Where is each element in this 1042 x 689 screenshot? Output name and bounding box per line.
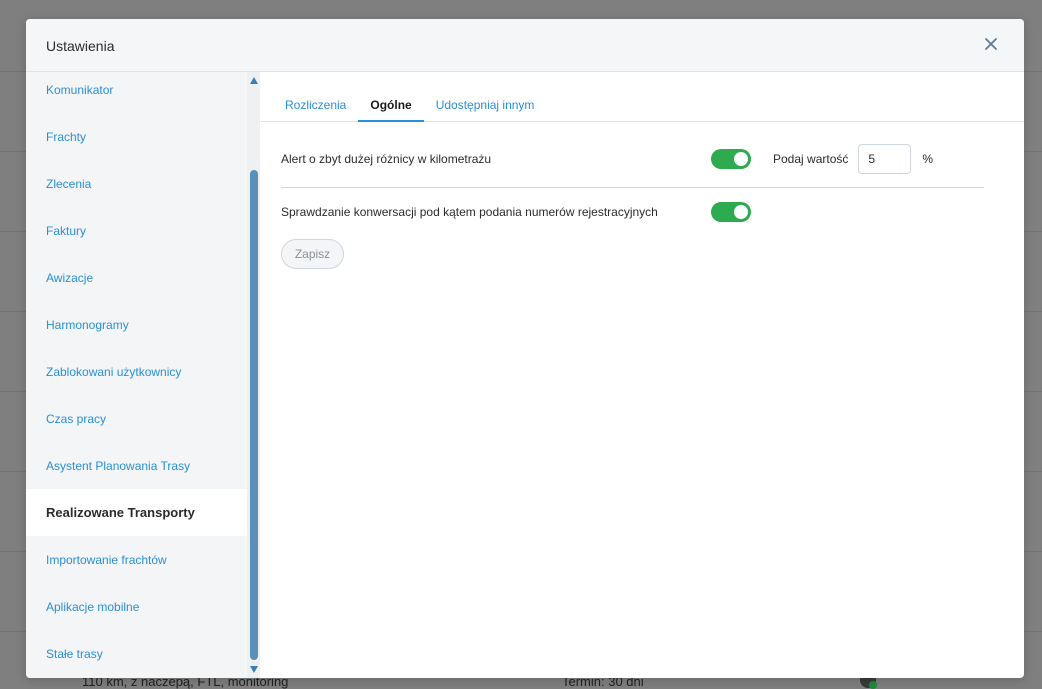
distance-alert-label: Alert o zbyt dużej różnicy w kilometrażu (281, 152, 492, 166)
percent-unit: % (922, 152, 934, 166)
scroll-down-icon[interactable] (250, 666, 258, 673)
settings-modal: Ustawienia Komunikator Frachty Zlecenia … (26, 19, 1024, 678)
scroll-up-icon[interactable] (250, 77, 258, 84)
sidebar-item-awizacje[interactable]: Awizacje (26, 254, 259, 301)
sidebar-list: Komunikator Frachty Zlecenia Faktury Awi… (26, 66, 259, 677)
sidebar-item-faktury[interactable]: Faktury (26, 207, 259, 254)
sidebar-item-realizowane-transporty[interactable]: Realizowane Transporty (26, 489, 259, 536)
sidebar-item-aplikacje-mobilne[interactable]: Aplikacje mobilne (26, 583, 259, 630)
close-icon (985, 38, 997, 50)
toggle-knob (734, 205, 748, 219)
sidebar-item-komunikator[interactable]: Komunikator (26, 66, 259, 113)
scrollbar-thumb[interactable] (250, 170, 258, 660)
save-button[interactable]: Zapisz (281, 239, 344, 269)
plate-check-toggle[interactable] (711, 202, 751, 222)
sidebar-item-zablokowani-uzytkownicy[interactable]: Zablokowani użytkownicy (26, 348, 259, 395)
modal-body: Komunikator Frachty Zlecenia Faktury Awi… (26, 72, 1024, 678)
tab-udostepniaj-innym[interactable]: Udostępniaj innym (424, 98, 547, 122)
close-button[interactable] (982, 35, 1000, 53)
tab-ogolne[interactable]: Ogólne (358, 98, 424, 122)
distance-alert-toggle[interactable] (711, 149, 751, 169)
distance-value-input[interactable] (858, 144, 912, 174)
sidebar-item-czas-pracy[interactable]: Czas pracy (26, 395, 259, 442)
tab-rozliczenia[interactable]: Rozliczenia (273, 98, 358, 122)
distance-alert-row: Alert o zbyt dużej różnicy w kilometrażu… (281, 143, 984, 175)
sidebar-item-harmonogramy[interactable]: Harmonogramy (26, 301, 259, 348)
toggle-knob (734, 152, 748, 166)
settings-content: Rozliczenia Ogólne Udostępniaj innym Ale… (261, 72, 1024, 678)
plate-check-label: Sprawdzanie konwersacji pod kątem podani… (281, 205, 658, 219)
sidebar-item-importowanie-frachtow[interactable]: Importowanie frachtów (26, 536, 259, 583)
row-divider (281, 187, 984, 188)
sidebar-item-frachty[interactable]: Frachty (26, 113, 259, 160)
sidebar-scrollbar[interactable] (247, 72, 260, 678)
plate-check-row: Sprawdzanie konwersacji pod kątem podani… (281, 200, 984, 224)
sidebar-item-stale-trasy[interactable]: Stałe trasy (26, 630, 259, 677)
modal-title: Ustawienia (46, 38, 115, 54)
value-label: Podaj wartość (773, 152, 849, 166)
tab-bar: Rozliczenia Ogólne Udostępniaj innym (261, 72, 1024, 122)
settings-sidebar: Komunikator Frachty Zlecenia Faktury Awi… (26, 72, 260, 678)
sidebar-item-zlecenia[interactable]: Zlecenia (26, 160, 259, 207)
sidebar-item-asystent-planowania-trasy[interactable]: Asystent Planowania Trasy (26, 442, 259, 489)
modal-header: Ustawienia (26, 19, 1024, 72)
